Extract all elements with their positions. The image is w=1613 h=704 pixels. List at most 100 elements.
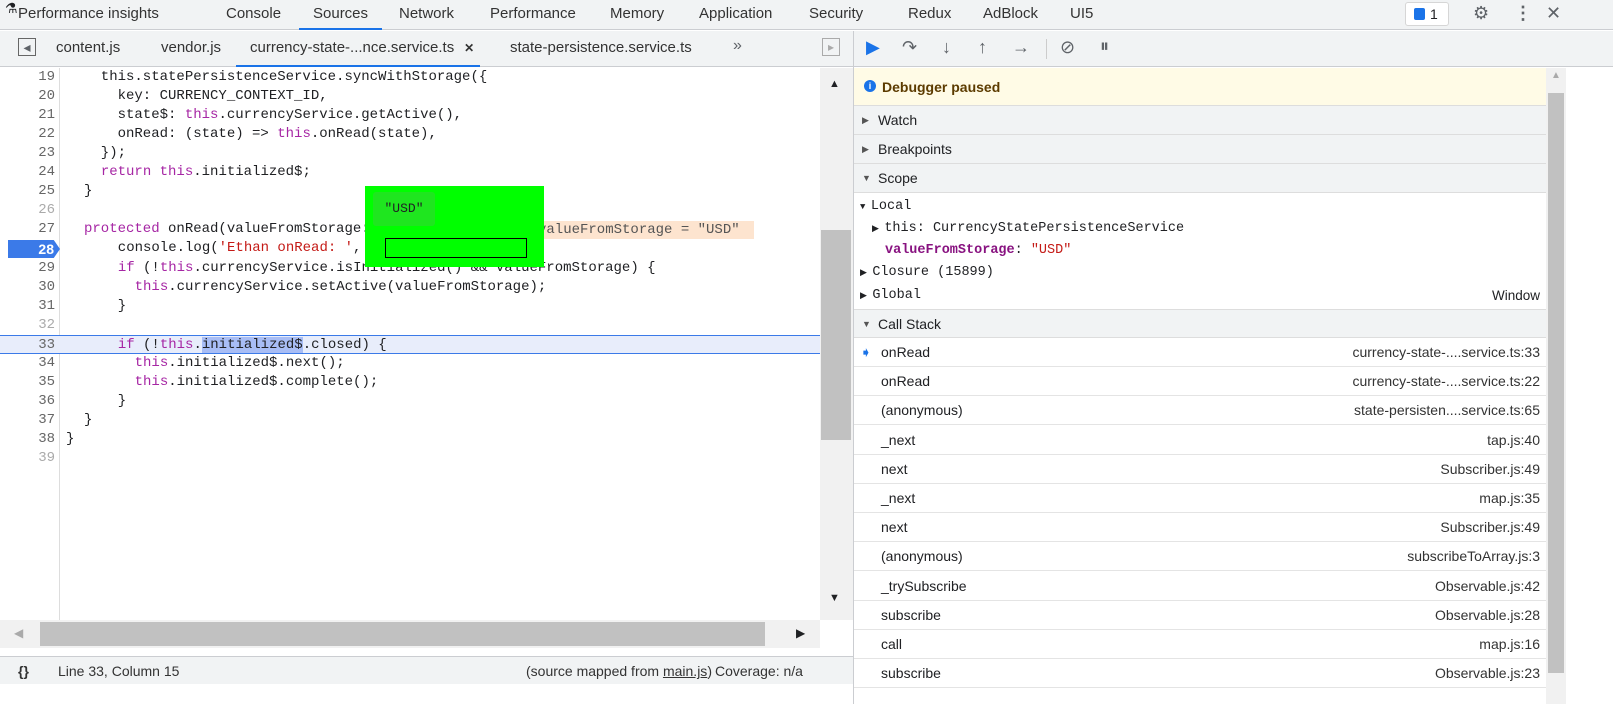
- call-frame[interactable]: subscribe Observable.js:23: [854, 659, 1546, 689]
- step-out-icon[interactable]: ↑: [978, 37, 987, 58]
- line-number[interactable]: 34: [0, 354, 55, 373]
- line-number[interactable]: 39: [0, 449, 55, 468]
- code-line[interactable]: 22 onRead: (state) => this.onRead(state)…: [0, 125, 820, 144]
- tab-ui5[interactable]: UI5: [1070, 0, 1093, 30]
- gear-icon[interactable]: ⚙: [1473, 3, 1489, 24]
- line-number[interactable]: 24: [0, 163, 55, 182]
- scope-var[interactable]: valueFromStorage: "USD": [885, 240, 1071, 262]
- line-number[interactable]: 26: [0, 201, 55, 220]
- tab-application[interactable]: Application: [699, 0, 772, 30]
- section-breakpoints[interactable]: ▶ Breakpoints: [854, 135, 1546, 164]
- code-line[interactable]: 20 key: CURRENCY_CONTEXT_ID,: [0, 87, 820, 106]
- call-frame[interactable]: (anonymous) subscribeToArray.js:3: [854, 542, 1546, 572]
- code-line[interactable]: 30 this.currencyService.setActive(valueF…: [0, 278, 820, 297]
- call-frame[interactable]: _next tap.js:40: [854, 426, 1546, 455]
- line-number[interactable]: 36: [0, 392, 55, 411]
- tab-memory[interactable]: Memory: [610, 0, 664, 30]
- scroll-right-icon[interactable]: ▶: [796, 626, 805, 640]
- line-number[interactable]: 20: [0, 87, 55, 106]
- line-number[interactable]: 30: [0, 278, 55, 297]
- call-frame[interactable]: ➧ onRead currency-state-....service.ts:33: [854, 338, 1546, 367]
- tab-performance-insights[interactable]: Performance insights: [18, 0, 159, 30]
- editor-vertical-scrollbar[interactable]: ▲ ▼: [820, 68, 853, 620]
- call-frame[interactable]: next Subscriber.js:49: [854, 455, 1546, 484]
- code-line[interactable]: 36 }: [0, 392, 820, 411]
- section-call-stack[interactable]: ▼ Call Stack: [854, 309, 1546, 338]
- line-number[interactable]: 27: [0, 220, 55, 239]
- line-number[interactable]: 38: [0, 430, 55, 449]
- section-watch[interactable]: ▶ Watch: [854, 106, 1546, 135]
- scroll-left-icon[interactable]: ◀: [14, 626, 23, 640]
- frame-location[interactable]: currency-state-....service.ts:22: [1352, 367, 1540, 396]
- line-number[interactable]: 25: [0, 182, 55, 201]
- frame-location[interactable]: Observable.js:42: [1435, 572, 1540, 601]
- tab-adblock[interactable]: AdBlock: [983, 0, 1038, 30]
- line-number[interactable]: 22: [0, 125, 55, 144]
- toggle-navigator-icon[interactable]: ◂: [18, 38, 36, 56]
- resume-icon[interactable]: ▶: [866, 37, 880, 58]
- code-line[interactable]: 32: [0, 316, 820, 335]
- frame-location[interactable]: map.js:16: [1479, 630, 1540, 659]
- more-tabs-icon[interactable]: »: [733, 37, 742, 55]
- toggle-debugger-icon[interactable]: ▸: [822, 38, 840, 56]
- code-line[interactable]: 24 return this.initialized$;: [0, 163, 820, 182]
- line-number[interactable]: 31: [0, 297, 55, 316]
- call-frame[interactable]: subscribe Observable.js:28: [854, 601, 1546, 630]
- close-tab-icon[interactable]: ✕: [464, 31, 474, 65]
- file-tab[interactable]: currency-state-...nce.service.ts ✕: [236, 31, 481, 67]
- code-line[interactable]: 33 if (!this.initialized$.closed) {: [0, 334, 820, 355]
- scroll-up-icon[interactable]: ▲: [829, 78, 840, 90]
- scope-closure[interactable]: ▶ Closure (15899): [860, 262, 994, 284]
- frame-location[interactable]: Subscriber.js:49: [1440, 513, 1540, 542]
- file-tab[interactable]: vendor.js: [161, 31, 221, 67]
- tab-network[interactable]: Network: [399, 0, 454, 30]
- frame-location[interactable]: tap.js:40: [1487, 426, 1540, 455]
- frame-location[interactable]: currency-state-....service.ts:33: [1352, 338, 1540, 367]
- main-js-link[interactable]: main.js: [663, 663, 707, 679]
- tab-console[interactable]: Console: [226, 0, 281, 30]
- step-into-icon[interactable]: ↓: [942, 37, 951, 58]
- tab-security[interactable]: Security: [809, 0, 863, 30]
- scope-local[interactable]: ▼ Local: [860, 196, 911, 218]
- code-line[interactable]: 31 }: [0, 297, 820, 316]
- scroll-up-icon[interactable]: ▲: [1551, 70, 1561, 81]
- step-over-icon[interactable]: ↷: [902, 37, 917, 58]
- line-number[interactable]: 32: [0, 316, 55, 335]
- code-line[interactable]: 35 this.initialized$.complete();: [0, 373, 820, 392]
- frame-location[interactable]: Observable.js:28: [1435, 601, 1540, 630]
- pretty-print-icon[interactable]: {}: [18, 657, 29, 685]
- code-line[interactable]: 34 this.initialized$.next();: [0, 354, 820, 373]
- line-number[interactable]: 19: [0, 68, 55, 87]
- code-line[interactable]: 39: [0, 449, 820, 468]
- step-icon[interactable]: →: [1012, 37, 1030, 58]
- scroll-thumb[interactable]: [40, 622, 765, 646]
- editor-horizontal-scrollbar[interactable]: ◀ ▶: [0, 620, 820, 648]
- file-tab[interactable]: state-persistence.service.ts: [510, 31, 692, 67]
- call-frame[interactable]: _trySubscribe Observable.js:42: [854, 572, 1546, 601]
- scroll-thumb[interactable]: [1548, 93, 1564, 673]
- call-frame[interactable]: next Subscriber.js:49: [854, 513, 1546, 543]
- scroll-down-icon[interactable]: ▼: [829, 592, 840, 604]
- pause-on-exceptions-icon[interactable]: ⏸: [1100, 36, 1109, 57]
- line-number[interactable]: 33: [0, 336, 55, 355]
- frame-location[interactable]: state-persisten....service.ts:65: [1354, 396, 1540, 425]
- frame-location[interactable]: Subscriber.js:49: [1440, 455, 1540, 484]
- frame-location[interactable]: subscribeToArray.js:3: [1407, 542, 1540, 571]
- line-number[interactable]: 29: [0, 259, 55, 278]
- issues-button[interactable]: 1: [1405, 2, 1449, 26]
- close-icon[interactable]: ✕: [1546, 3, 1561, 24]
- code-line[interactable]: 38}: [0, 430, 820, 449]
- scope-this[interactable]: ▶ this: CurrencyStatePersistenceService: [872, 218, 1184, 240]
- deactivate-breakpoints-icon[interactable]: ⊘: [1060, 37, 1075, 58]
- code-line[interactable]: 37}: [0, 411, 820, 430]
- line-number[interactable]: 35: [0, 373, 55, 392]
- tab-performance[interactable]: Performance: [490, 0, 576, 30]
- sidebar-scrollbar[interactable]: ▲: [1546, 68, 1566, 704]
- line-number[interactable]: 37: [0, 411, 55, 430]
- frame-location[interactable]: Observable.js:23: [1435, 659, 1540, 688]
- tab-redux[interactable]: Redux: [908, 0, 951, 30]
- section-scope[interactable]: ▼ Scope: [854, 164, 1546, 193]
- call-frame[interactable]: _next map.js:35: [854, 484, 1546, 513]
- tab-sources[interactable]: Sources: [299, 0, 383, 30]
- breakpoint-marker[interactable]: 28: [8, 240, 60, 258]
